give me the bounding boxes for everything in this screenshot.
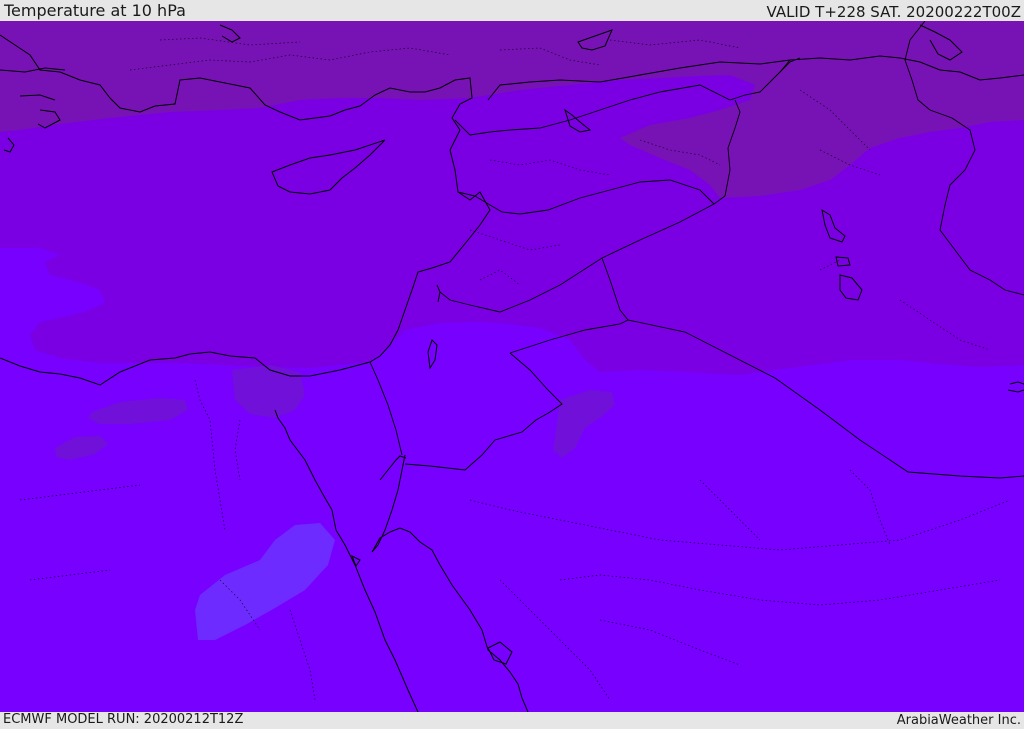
map-canvas	[0, 21, 1024, 712]
map-viewer: Temperature at 10 hPa VALID T+228 SAT. 2…	[0, 0, 1024, 729]
valid-time-label: VALID T+228 SAT. 20200222T00Z	[766, 3, 1021, 21]
map-title: Temperature at 10 hPa	[4, 1, 186, 20]
model-run-label: ECMWF MODEL RUN: 20200212T12Z	[3, 712, 244, 727]
temperature-map[interactable]	[0, 21, 1024, 712]
credit-label: ArabiaWeather Inc.	[896, 713, 1021, 728]
header-bar: Temperature at 10 hPa VALID T+228 SAT. 2…	[0, 0, 1024, 21]
footer-bar: ECMWF MODEL RUN: 20200212T12Z ArabiaWeat…	[0, 712, 1024, 729]
